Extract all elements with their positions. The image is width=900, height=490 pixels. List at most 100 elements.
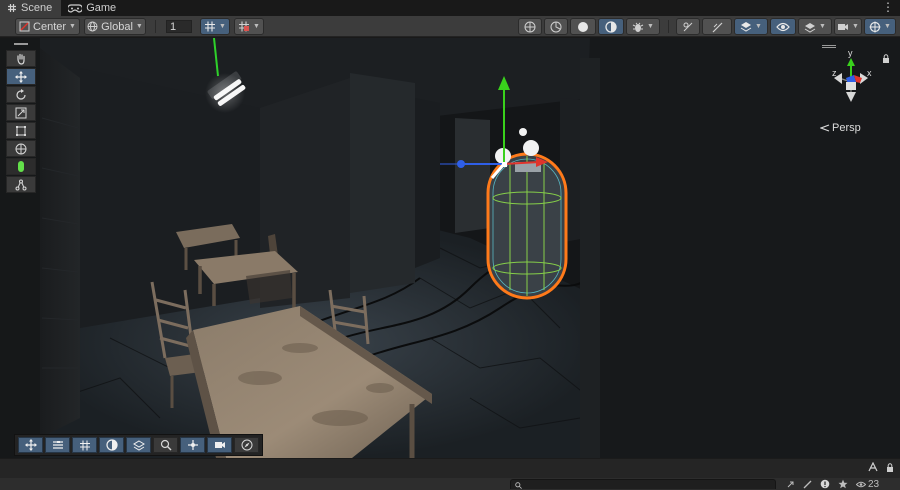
axis-cube-icon[interactable]: y z x — [816, 48, 886, 120]
camera-settings-dropdown[interactable]: ▼ — [834, 18, 862, 35]
pivot-mode-label: Center — [33, 20, 67, 33]
lock-icon[interactable] — [886, 462, 894, 472]
pivot-icon — [187, 440, 198, 450]
overlay-lighting-button[interactable] — [99, 437, 124, 453]
collider-tool-button[interactable] — [6, 158, 36, 175]
rect-tool-button[interactable] — [6, 122, 36, 139]
status-search-field[interactable] — [510, 479, 776, 489]
bug-icon — [632, 22, 644, 32]
star-icon[interactable] — [838, 479, 848, 489]
eye-icon — [776, 22, 790, 31]
wireframe-shading-button[interactable] — [544, 18, 568, 35]
gizmo-y-label: y — [848, 48, 853, 58]
chevron-down-icon: ▼ — [69, 23, 76, 30]
projection-toggle[interactable]: Persp — [820, 122, 861, 134]
scene-render — [0, 38, 900, 458]
perspective-icon — [820, 124, 830, 132]
shaded-sphere-icon — [578, 21, 588, 32]
scene-footer — [0, 458, 900, 478]
hidden-objects-counter[interactable]: 23 — [856, 479, 879, 490]
shaded-mode-button[interactable] — [570, 18, 596, 35]
toggle-2d-button[interactable] — [676, 18, 700, 35]
lighting-toggle[interactable] — [702, 18, 732, 35]
light-off-icon — [712, 22, 723, 32]
custom-tool-button[interactable] — [6, 176, 36, 193]
projection-label: Persp — [832, 122, 861, 134]
tab-strip: Scene Game ⋮ — [0, 0, 900, 16]
info-icon[interactable] — [820, 479, 830, 489]
overlay-toolbar — [14, 434, 263, 456]
gizmo-x-label: x — [867, 68, 872, 78]
chevron-down-icon: ▼ — [884, 23, 891, 30]
toolbar-divider — [668, 20, 669, 33]
effects-dropdown[interactable]: ▼ — [734, 18, 768, 35]
transform-tool-button[interactable] — [6, 140, 36, 157]
orientation-gizmo[interactable]: y z x Persp — [816, 40, 889, 140]
bone-icon — [15, 179, 27, 190]
gamepad-icon — [68, 3, 83, 13]
tab-game[interactable]: Game — [61, 0, 125, 16]
camera-icon — [838, 23, 849, 30]
pivot-center-icon — [19, 21, 30, 32]
search-icon — [160, 439, 171, 451]
stack-icon — [804, 22, 816, 33]
chevron-down-icon: ▼ — [647, 23, 654, 30]
scene-visibility-toggle[interactable] — [770, 18, 796, 35]
overlay-pivot-button[interactable] — [180, 437, 205, 453]
wireframe-sphere-icon — [550, 21, 562, 32]
hand-icon — [17, 53, 25, 65]
status-bar: 23 — [0, 478, 900, 490]
overlay-navigation-button[interactable] — [234, 437, 259, 453]
scale-icon — [15, 107, 27, 118]
move-icon — [15, 70, 27, 83]
grid-icon — [8, 4, 16, 12]
gizmo-layers-dropdown[interactable]: ▼ — [798, 18, 832, 35]
chevron-down-icon: ▼ — [819, 23, 826, 30]
crosshair-icon — [524, 21, 536, 32]
collapse-icon[interactable] — [786, 480, 795, 489]
tab-scene-label: Scene — [21, 2, 53, 14]
draw-mode-button[interactable] — [518, 18, 542, 35]
move-tool-button[interactable] — [6, 68, 36, 85]
transform-icon — [15, 143, 27, 154]
overlay-grid-button[interactable] — [72, 437, 97, 453]
grid-snap-icon — [205, 21, 216, 32]
rotate-icon — [16, 88, 26, 100]
overlay-camera-button[interactable] — [207, 437, 232, 453]
gizmos-dropdown[interactable]: ▼ — [864, 18, 896, 35]
lit-sphere-icon — [605, 20, 617, 33]
lit-sphere-icon — [105, 439, 118, 451]
font-size-icon[interactable] — [868, 462, 878, 472]
gizmos-icon — [869, 21, 881, 32]
chevron-down-icon: ▼ — [253, 23, 260, 30]
scale-tool-button[interactable] — [6, 104, 36, 121]
grid-snap-input[interactable] — [166, 20, 192, 33]
tab-scene[interactable]: Scene — [0, 0, 62, 16]
grid-visibility-toggle[interactable]: ▼ — [200, 18, 230, 35]
debug-draw-dropdown[interactable]: ▼ — [626, 18, 660, 35]
lit-mode-button[interactable] — [598, 18, 624, 35]
increment-snap-toggle[interactable]: ▼ — [234, 18, 264, 35]
hand-tool-button[interactable] — [6, 50, 36, 67]
drag-handle[interactable] — [14, 43, 28, 45]
snap-increment-icon — [239, 21, 250, 32]
brush-icon[interactable] — [803, 480, 812, 489]
overlay-move-button[interactable] — [18, 437, 43, 453]
hidden-count-label: 23 — [868, 478, 880, 490]
rotate-tool-button[interactable] — [6, 86, 36, 103]
align-icon — [52, 441, 63, 449]
grid-snap-field[interactable] — [162, 18, 196, 35]
overlay-layers-button[interactable] — [126, 437, 151, 453]
capsule-icon — [18, 161, 24, 172]
eye-icon — [856, 481, 866, 487]
chevron-down-icon: ▼ — [755, 23, 762, 30]
scene-toolbar: Center ▼ Global ▼ ▼ ▼ ▼ ▼ — [0, 16, 900, 37]
more-options-icon[interactable]: ⋮ — [882, 1, 894, 13]
scene-viewport[interactable]: y z x Persp — [0, 38, 900, 458]
two-d-icon — [683, 22, 693, 31]
pivot-mode-dropdown[interactable]: Center ▼ — [15, 18, 80, 35]
pivot-rotation-dropdown[interactable]: Global ▼ — [84, 18, 146, 35]
move-icon — [24, 439, 37, 451]
overlay-search-button[interactable] — [153, 437, 178, 453]
overlay-align-button[interactable] — [45, 437, 70, 453]
